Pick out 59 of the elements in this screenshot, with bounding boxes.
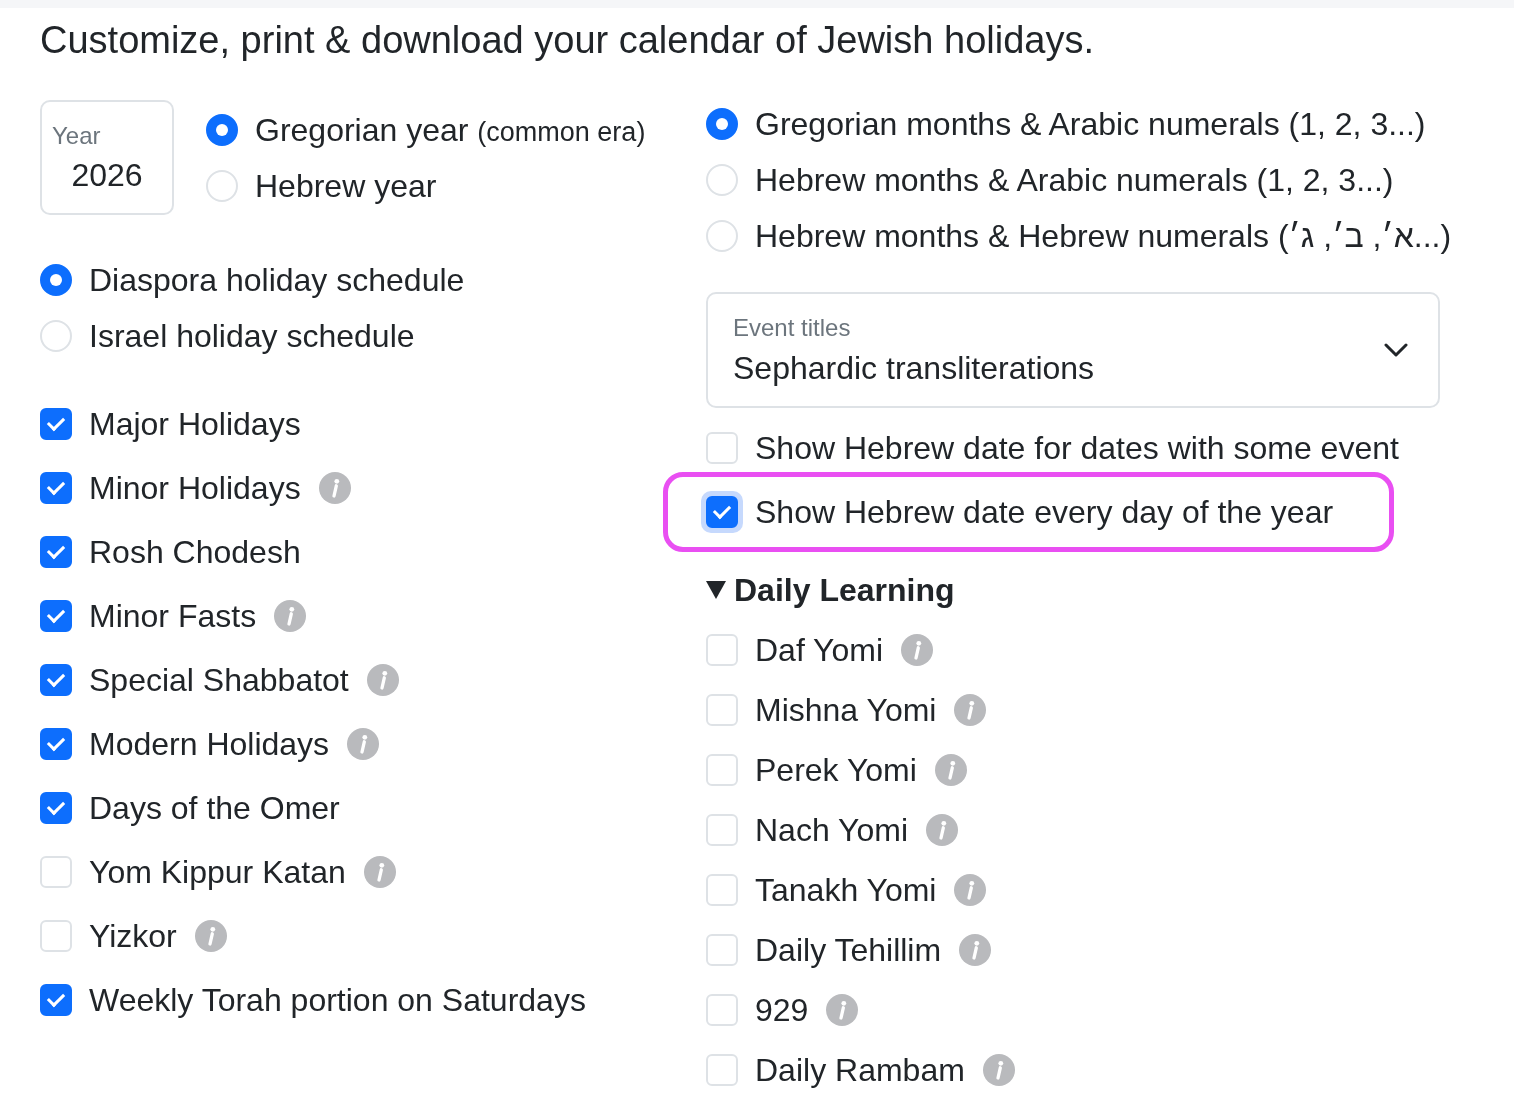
checkbox-label: Minor Fasts [89,596,257,636]
checkbox-label: Perek Yomi [755,750,917,790]
checkbox[interactable] [40,984,72,1016]
radio-label: Gregorian year (common era) [255,110,646,150]
checkbox-label: Special Shabbatot [89,660,349,700]
checkbox-label: Show Hebrew date for dates with some event [755,428,1399,468]
checkbox-label: Days of the Omer [89,788,340,828]
disclosure-triangle-icon[interactable] [706,581,726,599]
info-icon[interactable] [366,664,399,696]
event-titles-select[interactable]: Event titles Sephardic transliterations [706,292,1440,408]
radio-label: Diaspora holiday schedule [89,260,465,300]
info-icon[interactable] [318,472,351,504]
radio-button[interactable] [206,114,238,146]
checkbox[interactable] [40,536,72,568]
checkbox-label: Show Hebrew date every day of the year [755,492,1334,532]
info-icon[interactable] [934,754,967,786]
info-icon[interactable] [901,634,934,666]
radio-button[interactable] [40,264,72,296]
checkbox-label: Yizkor [89,916,177,956]
info-icon[interactable] [982,1054,1015,1086]
checkbox-label: Minor Holidays [89,468,301,508]
radio-label: Israel holiday schedule [89,316,415,356]
checkbox-label: Daily Tehillim [755,930,942,970]
checkbox[interactable] [701,491,743,533]
checkbox-label: Tanakh Yomi [755,870,937,910]
info-icon[interactable] [959,934,992,966]
checkbox-label: Weekly Torah portion on Saturdays [89,980,586,1020]
checkbox-label: Daf Yomi [755,630,884,670]
info-icon[interactable] [194,920,227,952]
checkbox-label: Daily Rambam [755,1050,965,1090]
info-icon[interactable] [274,600,307,632]
radio-label: Hebrew months & Hebrew numerals (א׳, ב׳, ג׳...) [755,216,1452,256]
checkbox-label: Yom Kippur Katan [89,852,346,892]
info-icon[interactable] [954,874,987,906]
checkbox-label: Modern Holidays [89,724,330,764]
radio-button[interactable] [706,108,738,140]
info-icon[interactable] [926,814,958,846]
checkbox-label: Major Holidays [89,404,301,444]
section-toggle[interactable]: Daily Learning [706,568,955,612]
checkbox-label: 929 [755,990,809,1030]
checkbox[interactable] [40,792,72,824]
checkbox-label: Mishna Yomi [755,690,937,730]
radio-label: Hebrew year [255,166,437,206]
checkbox[interactable] [40,408,72,440]
chevron-down-icon[interactable] [1384,343,1408,357]
page-heading: Customize, print & download your calendar of Jewish holidays. [40,18,1094,62]
info-icon[interactable] [954,694,987,726]
checkbox-label: Rosh Chodesh [89,532,301,572]
checkbox[interactable] [40,600,72,632]
year-field[interactable]: Year 2026 [40,100,174,215]
radio-label: Gregorian months & Arabic numerals (1, 2, 3...) [755,104,1426,144]
radio-label: Hebrew months & Arabic numerals (1, 2, 3...) [755,160,1394,200]
checkbox[interactable] [40,728,72,760]
info-icon[interactable] [363,856,396,888]
info-icon[interactable] [347,728,380,760]
checkbox-label: Nach Yomi [755,810,908,850]
checkbox[interactable] [40,664,72,696]
info-icon[interactable] [826,994,859,1026]
checkbox[interactable] [40,472,72,504]
